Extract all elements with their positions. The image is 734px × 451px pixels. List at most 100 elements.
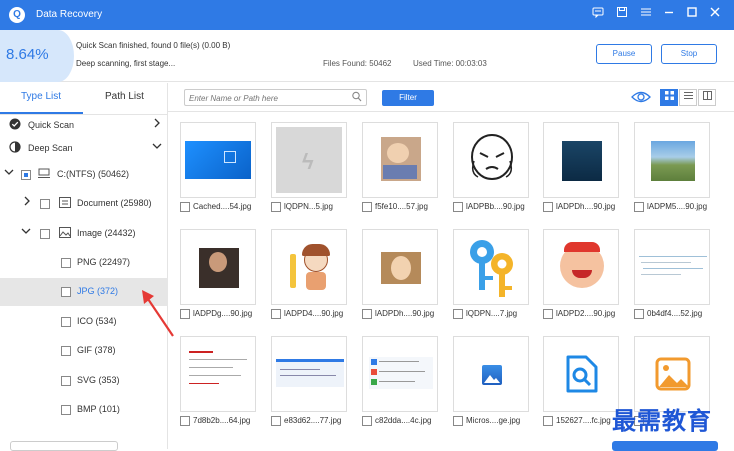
chevron-down-icon[interactable] <box>152 141 162 153</box>
file-thumbnail[interactable] <box>362 122 438 198</box>
maximize-icon[interactable] <box>683 6 701 24</box>
feedback-icon[interactable] <box>589 6 607 24</box>
file-card[interactable]: lADPBb....90.jpg <box>453 122 529 225</box>
file-thumbnail[interactable] <box>453 229 529 305</box>
file-checkbox[interactable] <box>180 416 190 426</box>
ico-checkbox[interactable] <box>61 317 71 327</box>
deep-scan-row[interactable]: Deep Scan <box>0 135 168 163</box>
file-thumbnail[interactable] <box>271 229 347 305</box>
chevron-down-icon[interactable] <box>21 226 31 238</box>
file-card[interactable]: lADPDh....90.jpg <box>543 122 619 225</box>
tree-item-image[interactable]: Image (24432) <box>0 220 168 248</box>
file-checkbox[interactable] <box>362 309 372 319</box>
tree-item-png[interactable]: PNG (22497) <box>0 249 168 277</box>
file-card[interactable]: ϟ lQDPN...5.jpg <box>271 122 347 225</box>
file-card[interactable]: lADPM5....90.jpg <box>634 122 710 225</box>
grid-view-icon[interactable] <box>660 89 678 106</box>
file-thumbnail[interactable] <box>543 122 619 198</box>
stop-button[interactable]: Stop <box>661 44 717 64</box>
drive-checkbox[interactable] <box>21 170 31 180</box>
bmp-checkbox[interactable] <box>61 405 71 415</box>
search-icon[interactable] <box>352 91 362 105</box>
search-box[interactable] <box>184 89 367 106</box>
document-checkbox[interactable] <box>40 199 50 209</box>
gif-checkbox[interactable] <box>61 346 71 356</box>
list-view-icon[interactable] <box>679 89 697 106</box>
tree-item-gif[interactable]: GIF (378) <box>0 337 168 365</box>
jpg-checkbox[interactable] <box>61 287 71 297</box>
menu-icon[interactable] <box>637 6 655 24</box>
file-thumbnail[interactable] <box>543 336 619 412</box>
file-thumbnail[interactable] <box>180 336 256 412</box>
tab-path-list[interactable]: Path List <box>105 91 144 102</box>
file-checkbox[interactable] <box>453 416 463 426</box>
file-thumbnail[interactable]: ϟ <box>271 122 347 198</box>
svg-checkbox[interactable] <box>61 376 71 386</box>
file-card[interactable]: lQDPN....7.jpg <box>453 229 529 332</box>
file-thumbnail[interactable] <box>180 229 256 305</box>
file-checkbox[interactable] <box>362 202 372 212</box>
tree-item-svg[interactable]: SVG (353) <box>0 367 168 395</box>
tab-type-list[interactable]: Type List <box>21 91 61 102</box>
tree-item-drive-c[interactable]: C:(NTFS) (50462) <box>0 161 168 189</box>
file-checkbox[interactable] <box>453 202 463 212</box>
file-search-icon <box>566 355 598 393</box>
file-card[interactable]: lADPD4....90.jpg <box>271 229 347 332</box>
file-checkbox[interactable] <box>362 416 372 426</box>
file-thumbnail[interactable] <box>271 336 347 412</box>
tree-item-document[interactable]: Document (25980) <box>0 190 168 218</box>
window-title: Data Recovery <box>36 9 103 20</box>
file-card[interactable]: Cached....54.jpg <box>180 122 256 225</box>
chevron-right-icon[interactable] <box>153 118 161 131</box>
png-checkbox[interactable] <box>61 258 71 268</box>
file-name: c82dda....4c.jpg <box>375 416 432 425</box>
file-checkbox[interactable] <box>180 309 190 319</box>
file-thumbnail[interactable] <box>543 229 619 305</box>
file-checkbox[interactable] <box>634 202 644 212</box>
file-checkbox[interactable] <box>271 202 281 212</box>
file-thumbnail[interactable] <box>453 122 529 198</box>
file-checkbox[interactable] <box>634 309 644 319</box>
recover-button[interactable] <box>612 441 718 451</box>
files-found-count: Files Found: 50462 <box>323 59 392 68</box>
type-label: GIF (378) <box>77 345 116 355</box>
bottom-secondary-button[interactable] <box>10 441 118 451</box>
file-thumbnail[interactable] <box>362 336 438 412</box>
detail-view-icon[interactable] <box>698 89 716 106</box>
file-checkbox[interactable] <box>453 309 463 319</box>
eye-icon[interactable] <box>631 90 651 107</box>
file-thumbnail[interactable] <box>453 336 529 412</box>
file-card[interactable]: f5fe10....57.jpg <box>362 122 438 225</box>
chevron-right-icon[interactable] <box>23 196 31 209</box>
check-circle-icon <box>9 118 21 133</box>
file-thumbnail[interactable] <box>634 122 710 198</box>
file-card[interactable]: c82dda....4c.jpg <box>362 336 438 439</box>
pause-button[interactable]: Pause <box>596 44 652 64</box>
tree-item-bmp[interactable]: BMP (101) <box>0 396 168 424</box>
file-card[interactable]: lADPDg....90.jpg <box>180 229 256 332</box>
chevron-down-icon[interactable] <box>4 167 14 179</box>
minimize-icon[interactable] <box>660 6 678 24</box>
file-thumbnail[interactable] <box>362 229 438 305</box>
file-checkbox[interactable] <box>543 309 553 319</box>
image-checkbox[interactable] <box>40 229 50 239</box>
file-card[interactable]: 0b4df4....52.jpg <box>634 229 710 332</box>
search-input[interactable] <box>189 92 349 104</box>
filter-button[interactable]: Filter <box>382 90 434 106</box>
file-checkbox[interactable] <box>271 309 281 319</box>
file-checkbox[interactable] <box>180 202 190 212</box>
close-icon[interactable] <box>706 6 724 24</box>
save-icon[interactable] <box>613 6 631 24</box>
file-card[interactable]: lADPD2....90.jpg <box>543 229 619 332</box>
file-thumbnail[interactable] <box>634 229 710 305</box>
image-label: Image (24432) <box>77 228 136 238</box>
file-card[interactable]: e83d62....77.jpg <box>271 336 347 439</box>
file-checkbox[interactable] <box>543 416 553 426</box>
file-checkbox[interactable] <box>543 202 553 212</box>
file-card[interactable]: 152627....fc.jpg <box>543 336 619 439</box>
file-checkbox[interactable] <box>271 416 281 426</box>
file-card[interactable]: 7d8b2b....64.jpg <box>180 336 256 439</box>
file-card[interactable]: lADPDh....90.jpg <box>362 229 438 332</box>
file-thumbnail[interactable] <box>180 122 256 198</box>
file-card[interactable]: Micros....ge.jpg <box>453 336 529 439</box>
